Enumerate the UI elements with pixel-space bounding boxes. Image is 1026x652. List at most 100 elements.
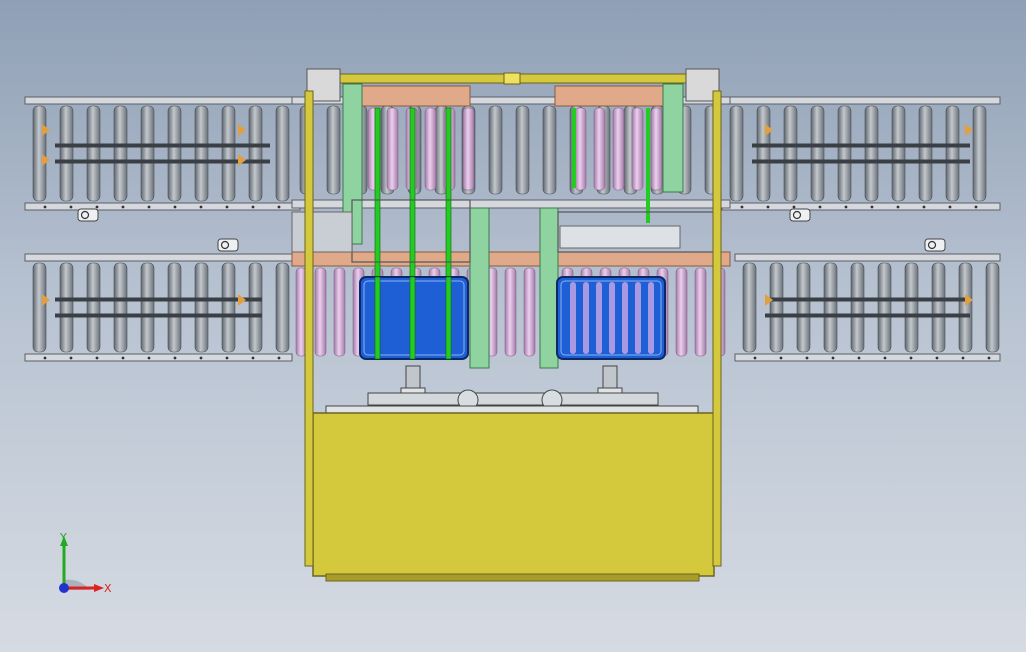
center-roller [326,105,341,195]
conveyor-roller [248,105,263,202]
yellow-base-box [312,412,715,577]
swivel-column [602,365,618,391]
rail-hole [870,205,874,209]
conveyor-roller [769,262,784,353]
pink-roller [675,267,688,357]
rail-hole [95,205,99,209]
conveyor-guide-bar [765,297,970,302]
pink-roller [631,107,644,191]
pink-roller [523,267,536,357]
conveyor-roller [86,105,101,202]
pink-roller [314,267,327,357]
bin-roller [635,282,641,354]
conveyor-roller [877,262,892,353]
guide-rod [646,108,650,223]
rail-hole [251,205,255,209]
conveyor-roller [904,262,919,353]
bin-roller [570,282,576,354]
rail-hole [199,205,203,209]
pink-roller [574,107,587,191]
pink-roller [386,107,399,191]
rail-hole [779,356,783,360]
orange-bracket [238,154,246,166]
rail-hole [948,205,952,209]
green-post [539,207,559,369]
rail-hole [857,356,861,360]
conveyor-bottom-left [24,253,293,362]
x-axis-arrowhead [94,584,104,592]
conveyor-guide-bar [752,143,970,148]
side-plate [291,211,353,253]
orange-bracket [238,124,246,136]
y-axis-label: Y [59,531,67,544]
yellow-base-foot [325,573,700,582]
rail-hole [147,205,151,209]
salmon-beam-right [554,85,664,107]
rail-hole [277,205,281,209]
swivel-column [405,365,421,391]
conveyor-roller [167,262,182,353]
guide-rod [409,276,416,360]
conveyor-guide-bar [55,313,262,318]
pink-roller [694,267,707,357]
conveyor-roller [113,105,128,202]
guide-rod [374,276,381,360]
conveyor-roller [248,262,263,353]
guide-rod [445,276,452,360]
conveyor-roller [985,262,1000,353]
rail-hole [95,356,99,360]
bin-roller [583,282,589,354]
rail-hole [173,356,177,360]
conveyor-roller [837,105,852,202]
rail-hole [199,356,203,360]
guide-rod [572,108,576,188]
rail-hole [121,205,125,209]
rail-hole [753,356,757,360]
conveyor-roller [113,262,128,353]
pink-roller [650,107,663,191]
cad-viewport[interactable]: Y X [0,0,1026,652]
conveyor-roller [275,262,290,353]
conveyor-roller [59,105,74,202]
conveyor-roller [945,105,960,202]
conveyor-roller [59,262,74,353]
orange-bracket [238,294,246,306]
salmon-beam-lower [291,251,731,267]
conveyor-top-left [24,96,301,211]
conveyor-roller [275,105,290,202]
conveyor-roller [783,105,798,202]
conveyor-roller [972,105,987,202]
conveyor-roller [891,105,906,202]
assembly-model[interactable] [0,0,1026,652]
rail-hole [121,356,125,360]
rail-hole [896,205,900,209]
conveyor-roller [823,262,838,353]
salmon-beam-left [361,85,471,107]
z-axis-dot [59,583,69,593]
conveyor-roller [850,262,865,353]
conveyor-roller [810,105,825,202]
rail-hole [740,205,744,209]
rail-hole [844,205,848,209]
conveyor-guide-bar [55,159,270,164]
conveyor-roller [931,262,946,353]
rail-hole [987,356,991,360]
rail-hole [69,205,73,209]
conveyor-guide-bar [55,297,262,302]
conveyor-guide-bar [55,143,270,148]
center-roller [488,105,503,195]
pink-roller [462,107,475,191]
rail-hole [225,356,229,360]
rail-hole [251,356,255,360]
conveyor-roller [194,105,209,202]
rail-hole [818,205,822,209]
conveyor-roller [864,105,879,202]
conveyor-rail-top [24,253,293,262]
rail-hole [909,356,913,360]
rail-hole [43,205,47,209]
pink-roller [612,107,625,191]
conveyor-roller [167,105,182,202]
bin-roller [622,282,628,354]
gantry-coupling [503,72,521,85]
conveyor-roller [958,262,973,353]
